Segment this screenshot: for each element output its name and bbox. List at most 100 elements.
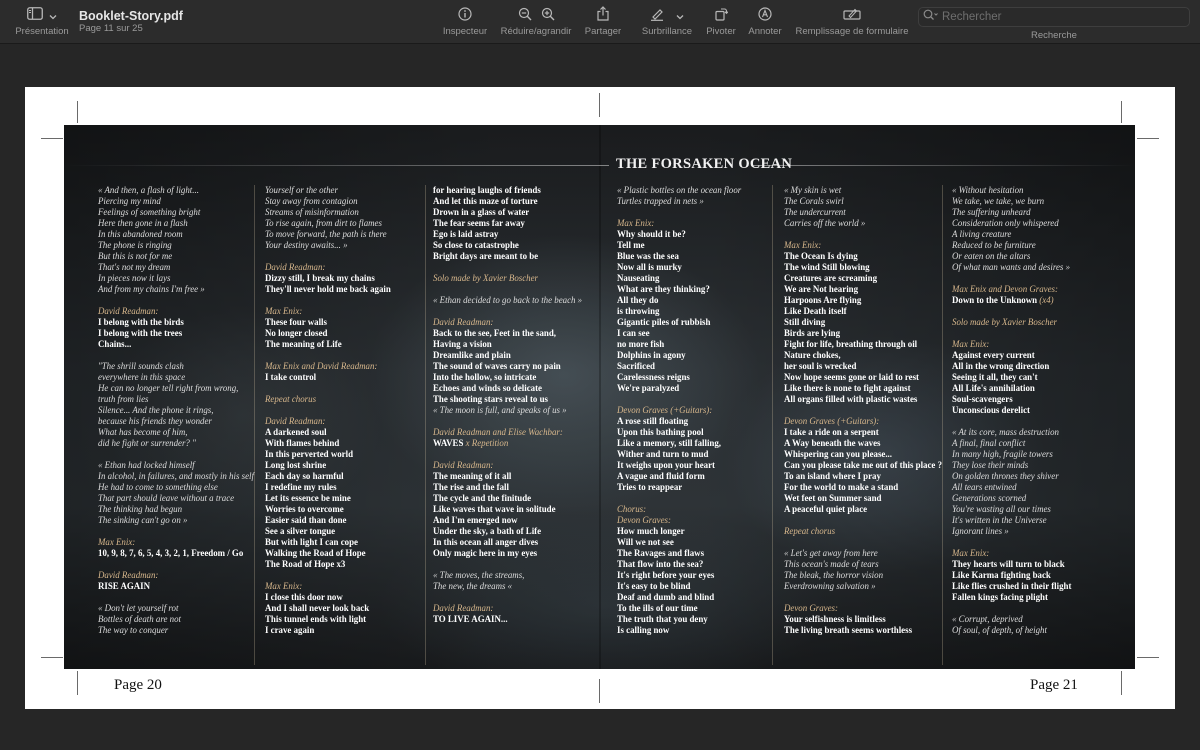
lyric-line: The Ocean Is dying (784, 251, 858, 261)
lyric-line: It's right before your eyes (617, 570, 715, 580)
lyrics-column-5: « My skin is wet The Corals swirl The unde… (784, 185, 942, 636)
lyric-line: Is calling now (617, 625, 670, 635)
lyric-line: What are they thinking? (617, 284, 710, 294)
lyric-line: We take, we take, we burn (952, 196, 1045, 206)
lyric-line: Against every current (952, 350, 1035, 360)
singer-label: Devon Graves: (617, 515, 671, 525)
zoom-button-group[interactable]: Réduire/agrandir (499, 6, 573, 38)
search-input[interactable] (942, 11, 1172, 23)
lyric-line: It's easy to be blind (617, 581, 691, 591)
annotate-button[interactable]: Annoter (747, 6, 783, 38)
lyric-line: Seeing it all, they can't (952, 372, 1038, 382)
rotate-button[interactable]: Pivoter (705, 6, 737, 38)
lyric-line: In this perverted world (265, 449, 354, 459)
lyric-line: Whispering can you please... (784, 449, 892, 459)
lyric-line: The meaning of Life (265, 339, 342, 349)
lyric-line: for hearing laughs of friends (433, 185, 541, 195)
lyric-line: Tell me (617, 240, 645, 250)
lyric-line: All organs filled with plastic wastes (784, 394, 918, 404)
highlight-button[interactable]: Surbrillance (641, 6, 693, 38)
stanza-gap (433, 306, 591, 317)
lyric-line: I belong with the birds (98, 317, 184, 327)
lyric-line: I crave again (265, 625, 315, 635)
lyric-line: The new, the dreams « (433, 581, 513, 591)
lyric-line: The Road of Hope x3 (265, 559, 346, 569)
crop-mark (77, 101, 78, 123)
lyric-line: everywhere in this space (98, 372, 186, 382)
lyric-line: Each day so harmful (265, 471, 344, 481)
singer-label: David Readman: (433, 603, 494, 613)
lyric-line: « Without hesitation (952, 185, 1024, 195)
stanza-gap (784, 405, 942, 416)
lyric-line: Upon this bathing pool (617, 427, 704, 437)
lyric-line: « Don't let yourself rot (98, 603, 179, 613)
lyrics-column-4: « Plastic bottles on the ocean floor Turt… (617, 185, 775, 636)
document-page-indicator: Page 11 sur 25 (79, 23, 143, 34)
lyric-line: Generations scorned (952, 493, 1027, 503)
inspector-button[interactable]: Inspecteur (441, 6, 489, 38)
lyric-line: Into the hollow, so intricate (433, 372, 537, 382)
lyric-line: Sacrificed (617, 361, 655, 371)
stanza-gap (98, 449, 256, 460)
lyric-line: truth from lies (98, 394, 149, 404)
lyric-line: did he fight or surrender? " (98, 438, 196, 448)
stanza-gap (265, 405, 423, 416)
stanza-gap (433, 449, 591, 460)
lyric-line: Having a vision (433, 339, 492, 349)
lyric-line: TO LIVE AGAIN... (433, 614, 508, 624)
lyric-line: These four walls (265, 317, 327, 327)
singer-label: David Readman: (433, 317, 494, 327)
rotate-icon (714, 7, 729, 26)
lyric-line: Like Death itself (784, 306, 847, 316)
lyric-line: Reduced to be furniture (952, 240, 1036, 250)
lyric-line: To rise again, from dirt to flames (265, 218, 382, 228)
lyric-annotation: x Repetition (463, 438, 509, 448)
crop-mark (1121, 101, 1122, 123)
lyric-line: Down to the Unknown (x4) (952, 295, 1110, 306)
zoom-in-icon[interactable] (541, 7, 555, 26)
search-label: Recherche (1031, 30, 1077, 41)
crop-mark (1137, 657, 1159, 658)
singer-label: David Readman: (98, 570, 159, 580)
lyric-line: "The shrill sounds clash (98, 361, 184, 371)
lyric-line: Long lost shrine (265, 460, 327, 470)
zoom-out-icon[interactable] (518, 7, 532, 26)
lyric-line: I can see (617, 328, 650, 338)
lyric-line: He can no longer tell right from wrong, (98, 383, 239, 393)
lyric-line: Your destiny awaits... » (265, 240, 348, 250)
stanza-gap (952, 416, 1110, 427)
lyric-line: That part should leave without a trace (98, 493, 235, 503)
chevron-down-icon[interactable] (676, 7, 684, 25)
lyric-line: Yourself or the other (265, 185, 338, 195)
crop-mark (41, 138, 63, 139)
lyric-line: Streams of misinformation (265, 207, 359, 217)
lyric-line: The fear seems far away (433, 218, 525, 228)
lyric-line: Fallen kings facing plight (952, 592, 1048, 602)
lyric-line: Drown in a glass of water (433, 207, 530, 217)
lyric-line: For the world to make a stand (784, 482, 899, 492)
lyric-line: Unconscious derelict (952, 405, 1030, 415)
lyric-line: Like Karma fighting back (952, 570, 1051, 580)
stanza-gap (617, 493, 775, 504)
lyric-line: All they do (617, 295, 659, 305)
lyric-line: her soul is wrecked (784, 361, 857, 371)
search-field[interactable] (918, 7, 1190, 27)
lyric-line: We are Not hearing (784, 284, 859, 294)
lyric-line: The Corals swirl (784, 196, 844, 206)
share-button[interactable]: Partager (584, 6, 622, 38)
stanza-gap (98, 295, 256, 306)
lyrics-column-3: for hearing laughs of friends And let thi… (433, 185, 591, 625)
lyric-line: I take control (265, 372, 317, 382)
lyric-line: Still diving (784, 317, 826, 327)
lyric-line: The living breath seems worthless (784, 625, 913, 635)
lyrics-column-6: « Without hesitation We take, we take, we… (952, 185, 1110, 636)
form-fill-button[interactable]: Remplissage de formulaire (794, 6, 910, 38)
lyric-line: Dizzy still, I break my chains (265, 273, 375, 283)
lyric-line: He had to come to something else (98, 482, 218, 492)
lyric-line: Nauseating (617, 273, 660, 283)
lyric-line: They hearts will turn to black (952, 559, 1065, 569)
lyric-line: And from my chains I'm free » (98, 284, 205, 294)
view-menu-button[interactable]: Présentation (14, 6, 70, 38)
lyric-line: All tears entwined (952, 482, 1017, 492)
stanza-gap (433, 262, 591, 273)
